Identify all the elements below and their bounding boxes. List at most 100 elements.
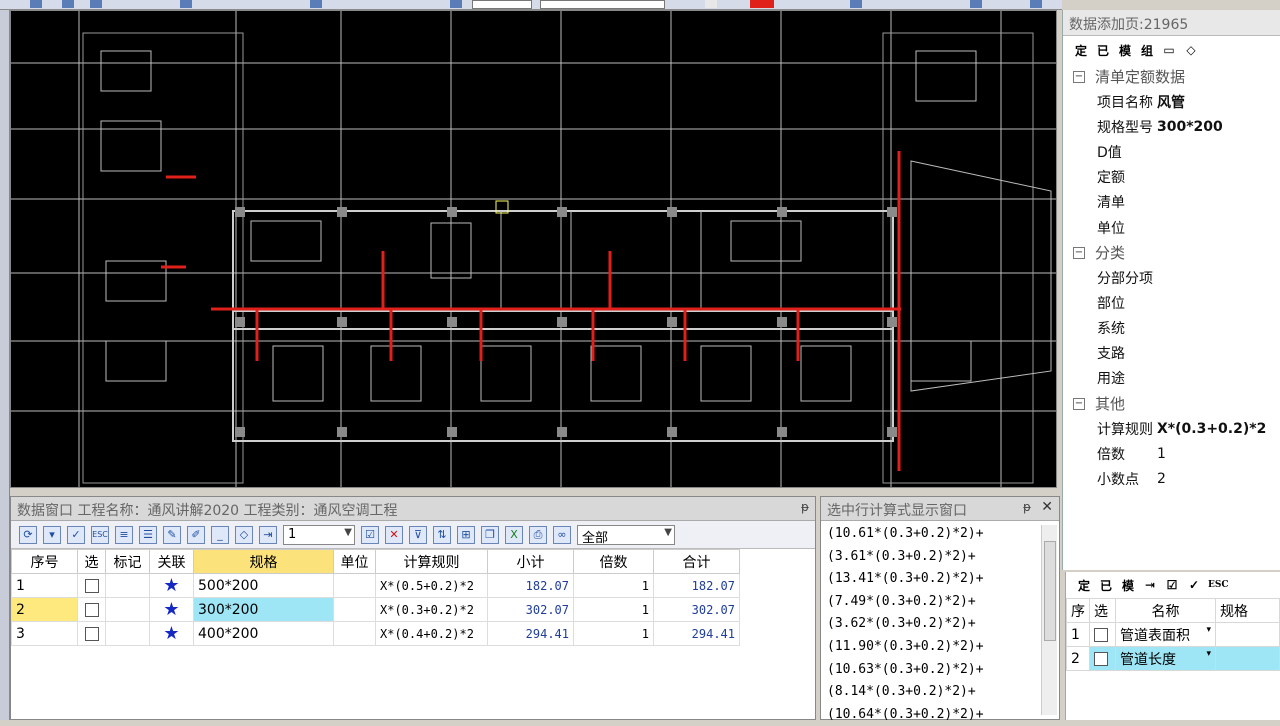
prop-row[interactable]: 计算规则 X*(0.3+0.2)*2 — [1063, 416, 1280, 441]
esc-icon[interactable]: ESC — [1208, 580, 1229, 590]
cad-drawing-canvas[interactable] — [10, 10, 1057, 488]
multiple-cell[interactable]: 1 — [573, 621, 654, 646]
copy-icon[interactable]: ❐ — [481, 525, 499, 544]
insert-icon[interactable]: ⇥ — [1142, 578, 1158, 592]
done-button[interactable]: 已 — [1098, 577, 1114, 594]
underline-icon[interactable]: _ — [211, 525, 229, 544]
multiple-cell[interactable]: 1 — [573, 597, 654, 622]
collapse-icon[interactable]: − — [1073, 70, 1085, 83]
prop-value[interactable]: 2 — [1157, 471, 1166, 487]
subtotal-cell[interactable]: 182.07 — [487, 573, 574, 598]
indent-icon[interactable]: ⇥ — [259, 525, 277, 544]
toolbar-combo[interactable] — [540, 0, 665, 9]
spec-cell[interactable]: 300*200 — [193, 597, 334, 622]
star-icon[interactable]: ★ — [149, 573, 194, 598]
group-button[interactable]: 组 — [1139, 42, 1155, 59]
prop-row[interactable]: 单位 — [1063, 215, 1280, 240]
select-checkbox[interactable] — [77, 597, 106, 622]
grid-icon[interactable]: ⊞ — [457, 525, 475, 544]
section-header[interactable]: − 其他 — [1063, 391, 1280, 416]
toolbar-icon[interactable] — [180, 0, 192, 8]
prop-value[interactable]: 300*200 — [1157, 119, 1223, 135]
check-add-icon[interactable]: ☑ — [361, 525, 379, 544]
dropdown-icon[interactable]: ▾ — [1206, 649, 1211, 659]
template-button[interactable]: 模 — [1117, 42, 1133, 59]
prop-value[interactable]: 1 — [1157, 446, 1166, 462]
brush-icon[interactable]: ✐ — [187, 525, 205, 544]
eraser-icon[interactable]: ◇ — [235, 525, 253, 544]
section-header[interactable]: − 清单定额数据 — [1063, 64, 1280, 89]
refresh-icon[interactable]: ⟳ — [19, 525, 37, 544]
subtotal-cell[interactable]: 302.07 — [487, 597, 574, 622]
binoculars-icon[interactable]: ∞ — [553, 525, 571, 544]
mark-cell[interactable] — [105, 597, 150, 622]
spec-cell[interactable] — [1215, 646, 1280, 671]
table-row-selected[interactable]: 2 ★ 300*200 X*(0.3+0.2)*2 302.07 1 302.0… — [11, 597, 740, 622]
prop-row[interactable]: D值 — [1063, 139, 1280, 164]
mark-cell[interactable] — [105, 621, 150, 646]
spec-cell[interactable] — [1215, 622, 1280, 647]
prop-row[interactable]: 定额 — [1063, 165, 1280, 190]
export-icon[interactable]: ⎙ — [529, 525, 547, 544]
delete-icon[interactable]: ✕ — [385, 525, 403, 544]
check-list-icon[interactable]: ≡ — [115, 525, 133, 544]
item-name-cell[interactable]: 管道长度 ▾ — [1115, 646, 1216, 671]
rule-cell[interactable]: X*(0.5+0.2)*2 — [375, 573, 488, 598]
table-row[interactable]: 3 ★ 400*200 X*(0.4+0.2)*2 294.41 1 294.4… — [11, 621, 740, 646]
list-icon[interactable]: ☰ — [139, 525, 157, 544]
table-row[interactable]: 1 管道表面积 ▾ — [1066, 622, 1280, 647]
total-cell[interactable]: 182.07 — [653, 573, 740, 598]
prop-value[interactable]: 风管 — [1157, 92, 1185, 112]
select-checkbox[interactable] — [77, 573, 106, 598]
done-button[interactable]: 已 — [1095, 42, 1111, 59]
item-name-cell[interactable]: 管道表面积 ▾ — [1115, 622, 1216, 647]
unit-cell[interactable] — [333, 597, 376, 622]
eraser-icon[interactable]: ◇ — [1183, 43, 1199, 57]
prop-row[interactable]: 清单 — [1063, 190, 1280, 215]
check-icon[interactable]: ✓ — [67, 525, 85, 544]
total-cell[interactable]: 302.07 — [653, 597, 740, 622]
collapse-icon[interactable]: − — [1073, 397, 1085, 410]
toolbar-icon[interactable] — [970, 0, 982, 8]
color-swatch-icon[interactable] — [750, 0, 774, 8]
toolbar-icon[interactable] — [450, 0, 462, 8]
vertical-scrollbar[interactable] — [1041, 525, 1057, 715]
prop-row[interactable]: 分部分项 — [1063, 265, 1280, 290]
filter-select[interactable]: 全部 ▼ — [577, 524, 675, 546]
multiplier-select[interactable]: 1 ▼ — [283, 524, 355, 545]
excel-icon[interactable]: X — [505, 525, 523, 544]
dropdown-icon[interactable]: ▾ — [1206, 625, 1211, 635]
table-row[interactable]: 2 管道长度 ▾ — [1066, 646, 1280, 671]
multiple-cell[interactable]: 1 — [573, 573, 654, 598]
star-icon[interactable]: ★ — [149, 597, 194, 622]
check-icon[interactable]: ✓ — [1186, 578, 1202, 592]
check-delete-icon[interactable]: ☑ — [1164, 578, 1180, 592]
total-cell[interactable]: 294.41 — [653, 621, 740, 646]
filter-icon[interactable]: ⊽ — [409, 525, 427, 544]
toolbar-icon[interactable] — [30, 0, 42, 8]
toolbar-icon[interactable] — [705, 0, 717, 8]
pin-icon[interactable]: ᵽ — [801, 500, 809, 514]
select-checkbox[interactable] — [1089, 646, 1116, 671]
copy-icon[interactable]: ▭ — [1161, 43, 1177, 57]
template-button[interactable]: 模 — [1120, 577, 1136, 594]
star-icon[interactable]: ★ — [149, 621, 194, 646]
collapse-icon[interactable]: − — [1073, 246, 1085, 259]
close-icon[interactable]: ✕ — [1041, 499, 1053, 515]
toolbar-icon[interactable] — [62, 0, 74, 8]
toolbar-icon[interactable] — [850, 0, 862, 8]
esc-icon[interactable]: ESC — [91, 525, 109, 544]
unit-cell[interactable] — [333, 573, 376, 598]
table-row[interactable]: 1 ★ 500*200 X*(0.5+0.2)*2 182.07 1 182.0… — [11, 573, 740, 598]
mark-cell[interactable] — [105, 573, 150, 598]
toolbar-icon[interactable] — [1030, 0, 1042, 8]
section-header[interactable]: − 分类 — [1063, 240, 1280, 265]
prop-value[interactable]: X*(0.3+0.2)*2 — [1157, 421, 1266, 437]
scrollbar-thumb[interactable] — [1044, 541, 1056, 641]
spec-cell[interactable]: 500*200 — [193, 573, 334, 598]
quota-button[interactable]: 定 — [1076, 577, 1092, 594]
subtotal-cell[interactable]: 294.41 — [487, 621, 574, 646]
rule-cell[interactable]: X*(0.3+0.2)*2 — [375, 597, 488, 622]
prop-row[interactable]: 倍数 1 — [1063, 441, 1280, 466]
unit-cell[interactable] — [333, 621, 376, 646]
